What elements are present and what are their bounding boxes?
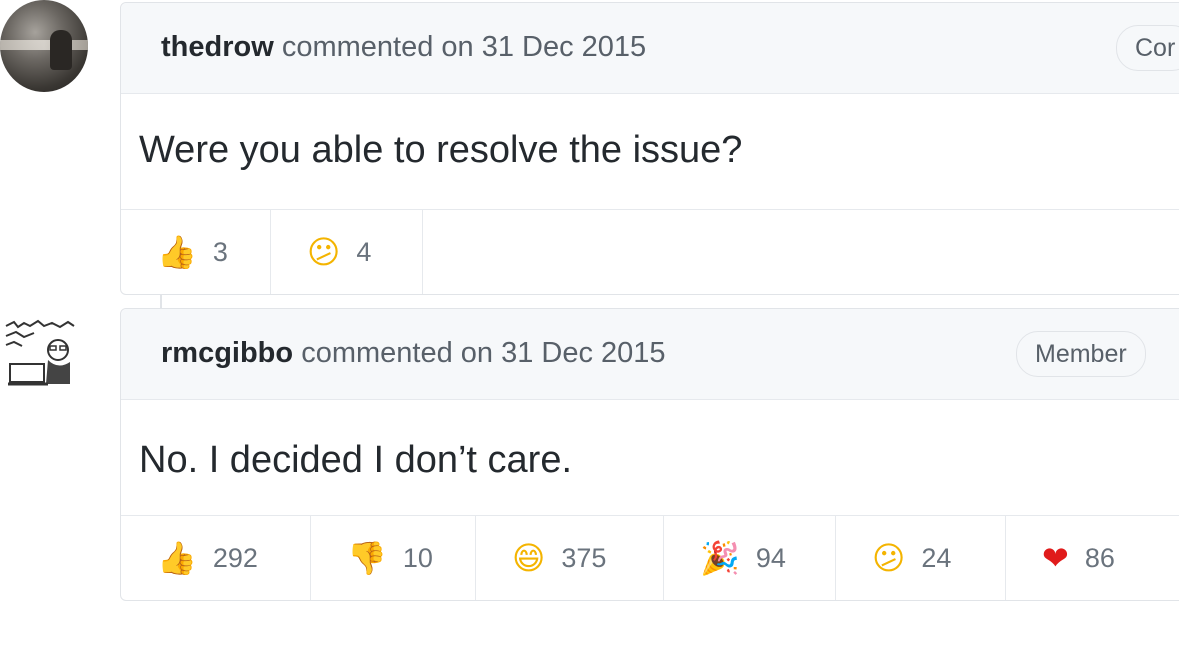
author-role-badge: Cor	[1116, 25, 1179, 71]
reaction-laugh[interactable]: 😄 375	[476, 516, 664, 600]
reaction-count: 24	[921, 542, 952, 573]
comment-timestamp[interactable]: commented on 31 Dec 2015	[282, 31, 646, 63]
thumbs-down-icon: 👎	[347, 539, 387, 577]
comment: thedrow commented on 31 Dec 2015 Cor Wer…	[120, 2, 1179, 295]
comment-meta: thedrow commented on 31 Dec 2015	[161, 31, 646, 64]
reaction-count: 375	[561, 542, 607, 573]
reaction-count: 3	[212, 236, 228, 267]
comment-body: Were you able to resolve the issue?	[139, 129, 743, 171]
thumbs-up-icon: 👍	[157, 539, 197, 577]
comment-body: No. I decided I don’t care.	[139, 439, 573, 481]
reaction-thumbs-down[interactable]: 👎 10	[311, 516, 476, 600]
comment-timestamp[interactable]: commented on 31 Dec 2015	[301, 337, 665, 369]
avatar-drawing	[5, 319, 75, 386]
reaction-count: 292	[212, 542, 258, 573]
reaction-thumbs-up[interactable]: 👍 3	[121, 210, 271, 294]
reaction-thumbs-up[interactable]: 👍 292	[121, 516, 311, 600]
avatar[interactable]	[0, 0, 88, 92]
confused-face-icon: 😕	[307, 233, 341, 271]
reactions-bar: 👍 292 👎 10 😄 375 🎉 94 😕 24 ❤ 86	[121, 515, 1179, 600]
comment: rmcgibbo commented on 31 Dec 2015 Member…	[120, 308, 1179, 601]
reaction-hooray[interactable]: 🎉 94	[664, 516, 836, 600]
author-link[interactable]: thedrow	[161, 31, 274, 63]
reactions-bar: 👍 3 😕 4	[121, 209, 1179, 294]
comment-meta: rmcgibbo commented on 31 Dec 2015	[161, 337, 666, 370]
heart-icon: ❤	[1042, 539, 1069, 577]
reaction-heart[interactable]: ❤ 86	[1006, 516, 1179, 600]
author-role-badge: Member	[1016, 331, 1146, 377]
reaction-count: 86	[1084, 542, 1115, 573]
reaction-confused[interactable]: 😕 24	[836, 516, 1006, 600]
reaction-confused[interactable]: 😕 4	[271, 210, 423, 294]
comment-header: rmcgibbo commented on 31 Dec 2015 Member	[121, 309, 1179, 400]
reaction-count: 10	[402, 542, 433, 573]
laugh-icon: 😄	[512, 539, 546, 577]
avatar-photo	[0, 40, 88, 50]
avatar-figure	[50, 30, 72, 70]
reaction-count: 94	[755, 542, 786, 573]
comment-header: thedrow commented on 31 Dec 2015 Cor	[121, 3, 1179, 94]
reaction-count: 4	[356, 236, 372, 267]
hooray-icon: 🎉	[700, 539, 740, 577]
confused-face-icon: 😕	[872, 539, 906, 577]
avatar[interactable]	[4, 318, 76, 388]
author-link[interactable]: rmcgibbo	[161, 337, 293, 369]
thumbs-up-icon: 👍	[157, 233, 197, 271]
